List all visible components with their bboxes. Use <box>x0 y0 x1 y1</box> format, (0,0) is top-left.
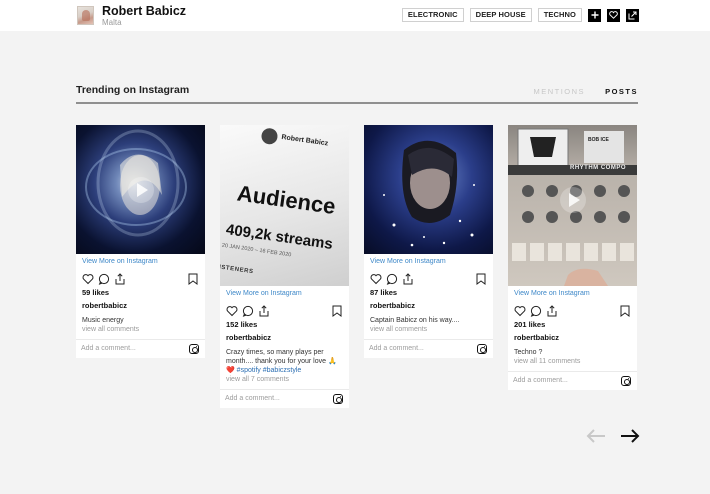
plus-icon[interactable] <box>588 8 601 22</box>
likes-count: 87 likes <box>370 288 398 297</box>
tab-mentions[interactable]: MENTIONS <box>533 87 585 96</box>
tag-electronic[interactable]: ELECTRONIC <box>401 8 464 22</box>
artist-name[interactable]: Robert Babicz <box>102 4 186 18</box>
tag-deep-house[interactable]: DEEP HOUSE <box>469 8 532 22</box>
share-icon[interactable] <box>402 273 414 285</box>
share-icon[interactable] <box>626 8 639 22</box>
heart-icon[interactable] <box>370 273 382 285</box>
comment-icon[interactable] <box>530 305 542 317</box>
carousel-pagination <box>586 428 640 444</box>
view-comments-link[interactable]: view all comments <box>364 325 493 333</box>
likes-count: 152 likes <box>226 320 258 329</box>
bookmark-icon[interactable] <box>187 273 199 285</box>
play-icon[interactable] <box>127 176 155 204</box>
post-actions <box>226 305 343 319</box>
comment-row: Add a comment... <box>508 371 637 390</box>
image-footer: LISTENERS <box>220 263 254 276</box>
view-comments-link[interactable]: view all 11 comments <box>508 357 637 365</box>
post-actions <box>514 305 631 319</box>
bookmark-icon[interactable] <box>619 305 631 317</box>
instagram-icon[interactable] <box>621 376 631 386</box>
post-image[interactable]: Robert Babicz Audience 409,2k streams 20… <box>220 125 349 286</box>
username[interactable]: robertbabicz <box>76 297 205 310</box>
post-caption: Crazy times, so many plays per month....… <box>220 342 349 375</box>
likes-count: 59 likes <box>82 288 110 297</box>
post-tabs: MENTIONS POSTS <box>533 87 638 96</box>
post-caption: Music energy <box>82 317 124 324</box>
username[interactable]: robertbabicz <box>508 329 637 342</box>
comment-row: Add a comment... <box>364 339 493 358</box>
tab-posts[interactable]: POSTS <box>605 87 638 96</box>
header-tags: ELECTRONIC DEEP HOUSE TECHNO <box>401 8 639 22</box>
view-more-link[interactable]: View More on Instagram <box>508 286 637 302</box>
comment-row: Add a comment... <box>76 339 205 358</box>
add-comment-input[interactable]: Add a comment... <box>81 345 136 352</box>
arrow-right-icon[interactable] <box>620 428 640 444</box>
avatar[interactable] <box>77 6 94 25</box>
image-sticker-text: BOB ICE <box>588 137 609 143</box>
heart-icon[interactable] <box>82 273 94 285</box>
heart-icon[interactable] <box>514 305 526 317</box>
post-actions <box>82 273 199 287</box>
profile-icon <box>260 127 279 146</box>
view-more-link[interactable]: View More on Instagram <box>364 254 493 270</box>
comment-icon[interactable] <box>98 273 110 285</box>
bookmark-icon[interactable] <box>475 273 487 285</box>
post-actions <box>370 273 487 287</box>
likes-count: 201 likes <box>514 320 546 329</box>
top-bar: Robert Babicz Malta ELECTRONIC DEEP HOUS… <box>0 0 710 31</box>
instagram-icon[interactable] <box>477 344 487 354</box>
instagram-icon[interactable] <box>333 394 343 404</box>
section-divider <box>76 102 638 104</box>
share-icon[interactable] <box>114 273 126 285</box>
image-artist-name: Robert Babicz <box>280 133 329 148</box>
view-more-link[interactable]: View More on Instagram <box>220 286 349 302</box>
heart-icon[interactable] <box>607 8 620 22</box>
post-caption: Techno ? <box>514 349 543 356</box>
image-headline: Audience <box>235 180 338 219</box>
view-more-link[interactable]: View More on Instagram <box>76 254 205 270</box>
image-header-text: RHYTHM COMPO <box>570 165 626 171</box>
share-icon[interactable] <box>258 305 270 317</box>
post-image[interactable] <box>364 125 493 254</box>
share-icon[interactable] <box>546 305 558 317</box>
add-comment-input[interactable]: Add a comment... <box>225 395 280 402</box>
post-image[interactable]: RHYTHM COMPO BOB ICE <box>508 125 637 286</box>
username[interactable]: robertbabicz <box>364 297 493 310</box>
caption-hashtags[interactable]: #spotify #babiczstyle <box>237 367 302 374</box>
add-comment-input[interactable]: Add a comment... <box>369 345 424 352</box>
username[interactable]: robertbabicz <box>220 329 349 342</box>
arrow-left-icon[interactable] <box>586 428 606 444</box>
comment-icon[interactable] <box>242 305 254 317</box>
comment-icon[interactable] <box>386 273 398 285</box>
tag-techno[interactable]: TECHNO <box>537 8 582 22</box>
post-caption: Captain Babicz on his way.... <box>370 317 460 324</box>
instagram-post-card[interactable]: RHYTHM COMPO BOB ICE View More on Instag… <box>508 125 637 390</box>
instagram-icon[interactable] <box>189 344 199 354</box>
comment-row: Add a comment... <box>220 389 349 408</box>
add-comment-input[interactable]: Add a comment... <box>513 377 568 384</box>
instagram-post-card[interactable]: View More on Instagram 87 likes robertba… <box>364 125 493 358</box>
bookmark-icon[interactable] <box>331 305 343 317</box>
instagram-post-card[interactable]: View More on Instagram 59 likes robertba… <box>76 125 205 358</box>
section-title: Trending on Instagram <box>76 84 190 96</box>
heart-icon[interactable] <box>226 305 238 317</box>
artist-location: Malta <box>102 18 122 27</box>
instagram-post-card[interactable]: Robert Babicz Audience 409,2k streams 20… <box>220 125 349 408</box>
view-comments-link[interactable]: view all comments <box>76 325 205 333</box>
play-icon[interactable] <box>559 186 587 214</box>
post-image[interactable] <box>76 125 205 254</box>
view-comments-link[interactable]: view all 7 comments <box>220 375 349 383</box>
